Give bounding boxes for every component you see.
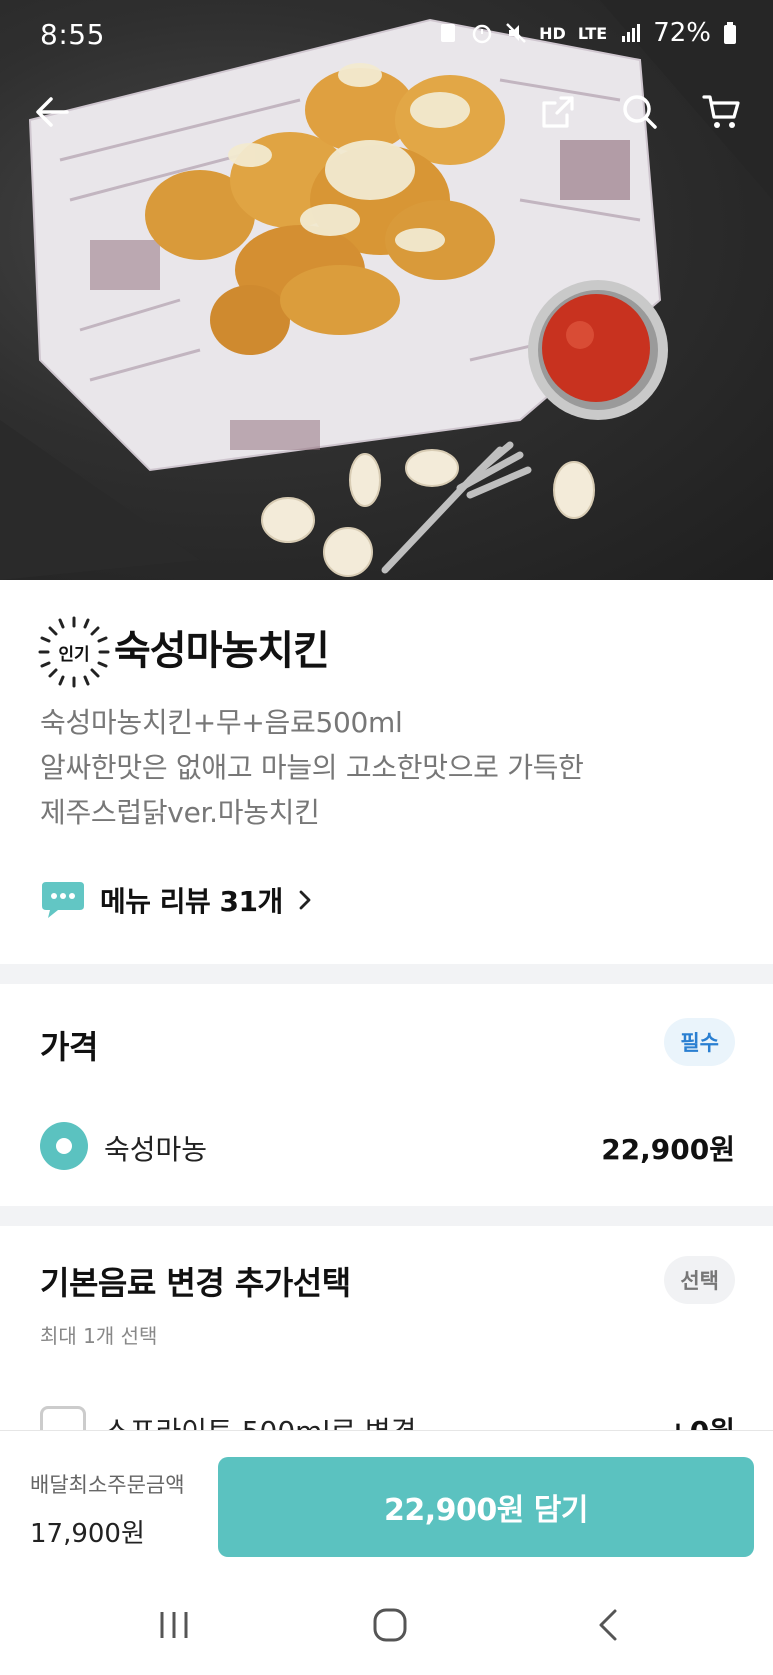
battery-icon xyxy=(724,22,736,44)
status-icons: HD LTE 72% xyxy=(437,18,737,48)
hero-food-image: 8:55 HD LTE 72% xyxy=(0,0,773,580)
menu-title: 숙성마농치킨 xyxy=(114,628,330,674)
section-divider xyxy=(0,964,773,984)
cart-button[interactable] xyxy=(692,82,752,142)
description-line: 숙성마농치킨+무+음료500ml xyxy=(40,706,403,739)
drink-option-price: +0원 xyxy=(666,1410,735,1430)
recent-apps-button[interactable] xyxy=(144,1600,204,1650)
mute-icon xyxy=(506,23,527,43)
order-bottom-bar: 배달최소주문금액 17,900원 22,900원 담기 xyxy=(0,1430,773,1580)
popular-badge-label: 인기 xyxy=(58,645,90,665)
drink-option-section: 기본음료 변경 추가선택 선택 최대 1개 선택 스프라이트 500ml로 변경… xyxy=(0,1226,773,1430)
back-button[interactable] xyxy=(22,82,82,142)
required-badge: 필수 xyxy=(664,1018,735,1066)
alarm-icon xyxy=(472,24,492,44)
home-icon xyxy=(373,1608,407,1642)
status-time: 8:55 xyxy=(40,18,105,51)
min-order-label: 배달최소주문금액 xyxy=(30,1473,185,1497)
speech-bubble-icon xyxy=(42,882,84,918)
chevron-left-icon xyxy=(599,1609,617,1641)
hd-voice-label: HD xyxy=(539,23,566,43)
search-button[interactable] xyxy=(610,82,670,142)
price-option-label: 숙성마농 xyxy=(104,1133,208,1166)
sim-icon xyxy=(441,24,456,42)
max-select-note: 최대 1개 선택 xyxy=(40,1324,158,1348)
top-navigation xyxy=(0,82,773,146)
home-button[interactable] xyxy=(360,1600,420,1650)
recent-apps-icon xyxy=(160,1612,188,1638)
search-icon xyxy=(623,95,657,129)
drink-option-label: 스프라이트 500ml로 변경 xyxy=(104,1410,416,1430)
cart-icon xyxy=(702,95,740,128)
drink-option-checkbox[interactable] xyxy=(40,1406,86,1430)
section-divider xyxy=(0,1206,773,1226)
menu-description: 숙성마농치킨+무+음료500ml 알싸한맛은 없애고 마늘의 고소한맛으로 가득… xyxy=(40,700,584,835)
min-order-value: 17,900원 xyxy=(30,1519,145,1549)
signal-icon xyxy=(622,24,641,42)
battery-percent: 72% xyxy=(653,18,711,48)
review-count-label: 메뉴 리뷰 31개 xyxy=(100,885,283,918)
price-option-radio[interactable] xyxy=(40,1122,88,1170)
description-line: 알싸한맛은 없애고 마늘의 고소한맛으로 가득한 xyxy=(40,751,584,784)
menu-review-link[interactable]: 메뉴 리뷰 31개 xyxy=(40,880,313,920)
chevron-right-icon xyxy=(299,890,311,910)
system-navigation-bar xyxy=(0,1580,773,1675)
add-to-cart-button[interactable]: 22,900원 담기 xyxy=(218,1457,754,1557)
price-section-title: 가격 xyxy=(40,1028,98,1066)
drink-section-title: 기본음료 변경 추가선택 xyxy=(40,1264,351,1302)
price-section: 가격 필수 숙성마농 22,900원 xyxy=(0,984,773,1206)
description-line: 제주스럽닭ver.마농치킨 xyxy=(40,796,320,829)
price-option-price: 22,900원 xyxy=(601,1133,735,1166)
network-label: LTE xyxy=(577,23,608,43)
share-icon xyxy=(542,96,574,128)
menu-info: 인기 숙성마농치킨 숙성마농치킨+무+음료500ml 알싸한맛은 없애고 마늘의… xyxy=(0,580,773,964)
system-back-button[interactable] xyxy=(578,1600,638,1650)
status-bar: 8:55 HD LTE 72% xyxy=(0,0,773,72)
popular-badge: 인기 xyxy=(38,616,110,688)
arrow-left-icon xyxy=(36,97,69,127)
optional-badge: 선택 xyxy=(664,1256,735,1304)
share-button[interactable] xyxy=(528,82,588,142)
